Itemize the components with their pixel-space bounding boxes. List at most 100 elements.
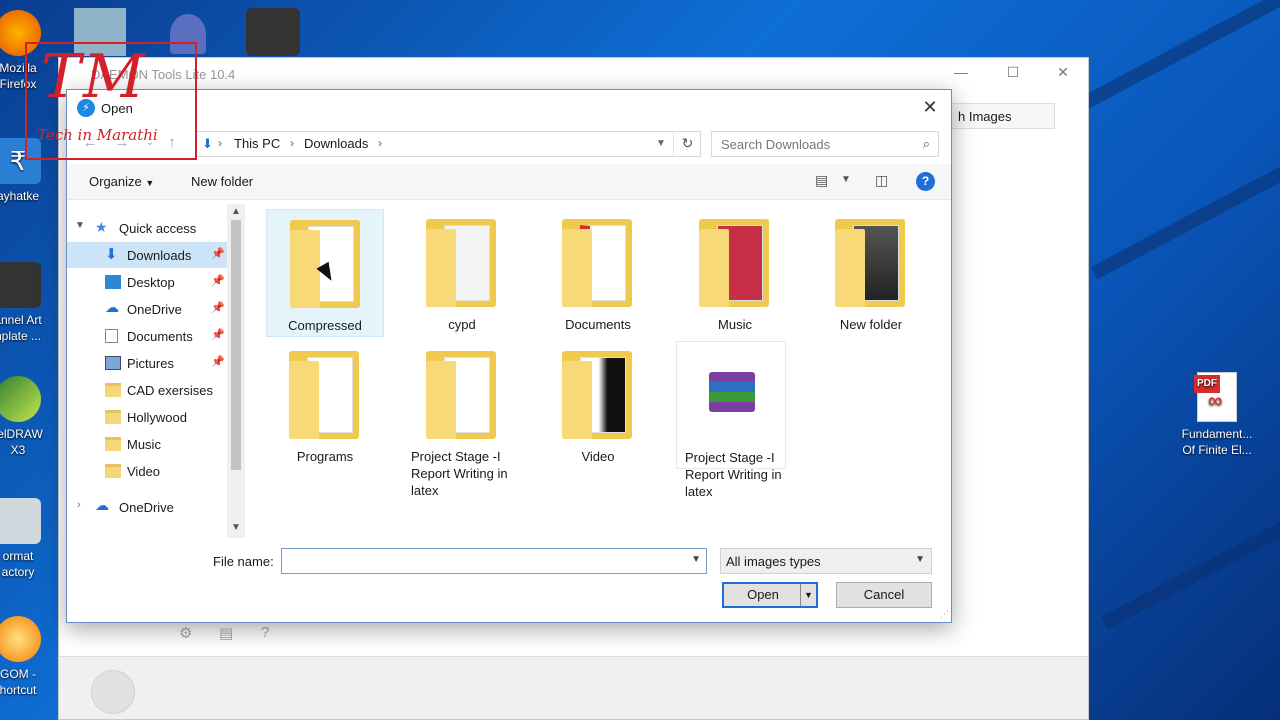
view-options-icon[interactable]: ▤ bbox=[815, 172, 828, 189]
folder-new-folder[interactable]: New folder bbox=[812, 209, 930, 337]
help-icon[interactable]: ? bbox=[261, 624, 269, 641]
desktop-icon bbox=[105, 275, 121, 289]
minimize-icon[interactable]: — bbox=[951, 64, 971, 80]
command-bar: Organize ▼ New folder ▤ ▼ ◫ ? bbox=[67, 164, 951, 200]
star-icon: ★ bbox=[95, 219, 108, 235]
pin-icon: 📌 bbox=[211, 275, 225, 287]
cloud-icon: ☁ bbox=[105, 299, 119, 315]
settings-gear-icon[interactable]: ⚙ bbox=[179, 624, 192, 642]
close-icon[interactable]: ✕ bbox=[1053, 64, 1073, 81]
chevron-down-icon[interactable]: ▼ bbox=[691, 554, 701, 565]
nav-label: Hollywood bbox=[127, 410, 187, 425]
gom-player-icon bbox=[0, 616, 41, 662]
folder-documents[interactable]: Documents bbox=[539, 209, 657, 337]
resize-grip-icon[interactable]: ⋰ bbox=[940, 609, 949, 620]
search-input[interactable]: Search Downloads ⌕ bbox=[711, 131, 939, 157]
nav-desktop[interactable]: Desktop 📌 bbox=[67, 269, 227, 295]
desktop-icon-gom[interactable]: GOM - hortcut bbox=[0, 616, 58, 698]
nav-documents[interactable]: Documents 📌 bbox=[67, 323, 227, 349]
nav-label: CAD exersises bbox=[127, 383, 213, 398]
breadcrumb-this-pc[interactable]: This PC bbox=[234, 136, 280, 151]
address-bar[interactable]: ⬇ › This PC › Downloads › ▼ bbox=[195, 131, 701, 157]
nav-scrollbar[interactable]: ▲ ▼ bbox=[227, 204, 245, 538]
nav-pictures[interactable]: Pictures 📌 bbox=[67, 350, 227, 376]
maximize-icon[interactable]: ☐ bbox=[1003, 64, 1023, 81]
help-icon[interactable]: ? bbox=[916, 172, 935, 191]
nav-downloads[interactable]: ⬇ Downloads 📌 bbox=[67, 242, 227, 268]
breadcrumb-separator[interactable]: › bbox=[378, 136, 382, 150]
nav-video[interactable]: Video bbox=[67, 458, 227, 484]
folder-music[interactable]: Music bbox=[676, 209, 794, 337]
desktop-icon-format-factory[interactable]: ormat actory bbox=[0, 498, 58, 580]
item-label: Programs bbox=[296, 449, 354, 464]
desktop-icon-top-3[interactable] bbox=[246, 8, 300, 56]
breadcrumb-downloads[interactable]: Downloads bbox=[304, 136, 368, 151]
wallpaper-stripe bbox=[1100, 504, 1280, 630]
item-label: Music bbox=[718, 317, 752, 332]
file-name-label: File name: bbox=[213, 554, 274, 569]
desktop-icon-channel-art[interactable]: annel Art nplate ... bbox=[0, 262, 58, 344]
images-button[interactable]: h Images bbox=[949, 103, 1055, 129]
nav-onedrive[interactable]: › ☁ OneDrive bbox=[67, 494, 227, 520]
folder-icon bbox=[105, 410, 121, 424]
pdf-file-icon: PDF ∞ bbox=[1194, 372, 1237, 422]
nav-label: Music bbox=[127, 437, 161, 452]
address-history-dropdown-icon[interactable]: ▼ bbox=[656, 138, 666, 149]
expand-chevron-icon: › bbox=[77, 499, 81, 511]
scroll-up-icon[interactable]: ▲ bbox=[231, 206, 241, 217]
nav-label: OneDrive bbox=[127, 302, 182, 317]
pin-icon: 📌 bbox=[211, 248, 225, 260]
nav-label: Pictures bbox=[127, 356, 174, 371]
organize-menu[interactable]: Organize ▼ bbox=[89, 174, 154, 189]
desktop-icon-coreldraw[interactable]: relDRAW X3 bbox=[0, 376, 58, 458]
wallpaper-stripe bbox=[1090, 154, 1280, 280]
search-placeholder: Search Downloads bbox=[721, 137, 831, 152]
disc-icon[interactable] bbox=[91, 670, 135, 714]
file-name-input[interactable]: ▼ bbox=[281, 548, 707, 574]
nav-label: OneDrive bbox=[119, 500, 174, 515]
scroll-thumb[interactable] bbox=[231, 220, 241, 470]
coreldraw-icon bbox=[0, 376, 41, 422]
winrar-archive-icon bbox=[709, 372, 755, 412]
pin-icon: 📌 bbox=[211, 302, 225, 314]
nav-onedrive-pinned[interactable]: ☁ OneDrive 📌 bbox=[67, 296, 227, 322]
nav-cad-exersises[interactable]: CAD exersises bbox=[67, 377, 227, 403]
chevron-down-icon[interactable]: ▼ bbox=[841, 174, 851, 185]
dialog-close-button[interactable]: ✕ bbox=[919, 96, 941, 118]
folder-icon bbox=[426, 351, 496, 439]
nav-label: Quick access bbox=[119, 221, 197, 236]
folder-icon bbox=[105, 464, 121, 478]
wallpaper-stripe bbox=[1071, 0, 1280, 115]
folder-programs[interactable]: Programs bbox=[266, 341, 384, 469]
nav-quick-access[interactable]: ▼ ★ Quick access bbox=[67, 215, 227, 241]
new-folder-button[interactable]: New folder bbox=[191, 174, 253, 189]
item-label: New folder bbox=[839, 317, 903, 332]
nav-hollywood[interactable]: Hollywood bbox=[67, 404, 227, 430]
file-type-select[interactable]: All images types ▼ bbox=[720, 548, 932, 574]
refresh-button[interactable]: ↻ bbox=[673, 131, 701, 157]
nav-label: Desktop bbox=[127, 275, 175, 290]
nav-label: Documents bbox=[127, 329, 193, 344]
open-options-dropdown-icon[interactable]: ▼ bbox=[800, 584, 816, 606]
nav-music[interactable]: Music bbox=[67, 431, 227, 457]
open-file-dialog: ⚡ Open ✕ ← → ⌄ ↑ ⬇ › This PC › Downloads… bbox=[66, 89, 952, 623]
folder-project-stage[interactable]: Project Stage -I Report Writing in latex bbox=[403, 341, 521, 498]
drive-panel bbox=[59, 657, 1088, 719]
desktop-icon-label: annel Art nplate ... bbox=[0, 313, 42, 343]
desktop-icon-pdf[interactable]: PDF ∞ Fundament... Of Finite El... bbox=[1172, 372, 1262, 458]
desktop-icon-label: ayhatke bbox=[0, 189, 40, 203]
folder-cypd[interactable]: cypd bbox=[403, 209, 521, 337]
breadcrumb-separator[interactable]: › bbox=[290, 136, 294, 150]
archive-project-stage[interactable]: Project Stage -I Report Writing in latex bbox=[676, 341, 786, 499]
download-arrow-icon: ⬇ bbox=[105, 246, 118, 263]
catalog-icon[interactable]: ▤ bbox=[219, 624, 233, 642]
folder-icon bbox=[105, 383, 121, 397]
nav-label: Downloads bbox=[127, 248, 192, 263]
desktop-icon-label: GOM - hortcut bbox=[0, 667, 37, 697]
search-icon: ⌕ bbox=[922, 136, 930, 151]
preview-pane-icon[interactable]: ◫ bbox=[875, 172, 888, 189]
scroll-down-icon[interactable]: ▼ bbox=[231, 522, 241, 533]
open-button[interactable]: Open ▼ bbox=[722, 582, 818, 608]
cancel-button[interactable]: Cancel bbox=[836, 582, 932, 608]
folder-video[interactable]: Video bbox=[539, 341, 657, 469]
